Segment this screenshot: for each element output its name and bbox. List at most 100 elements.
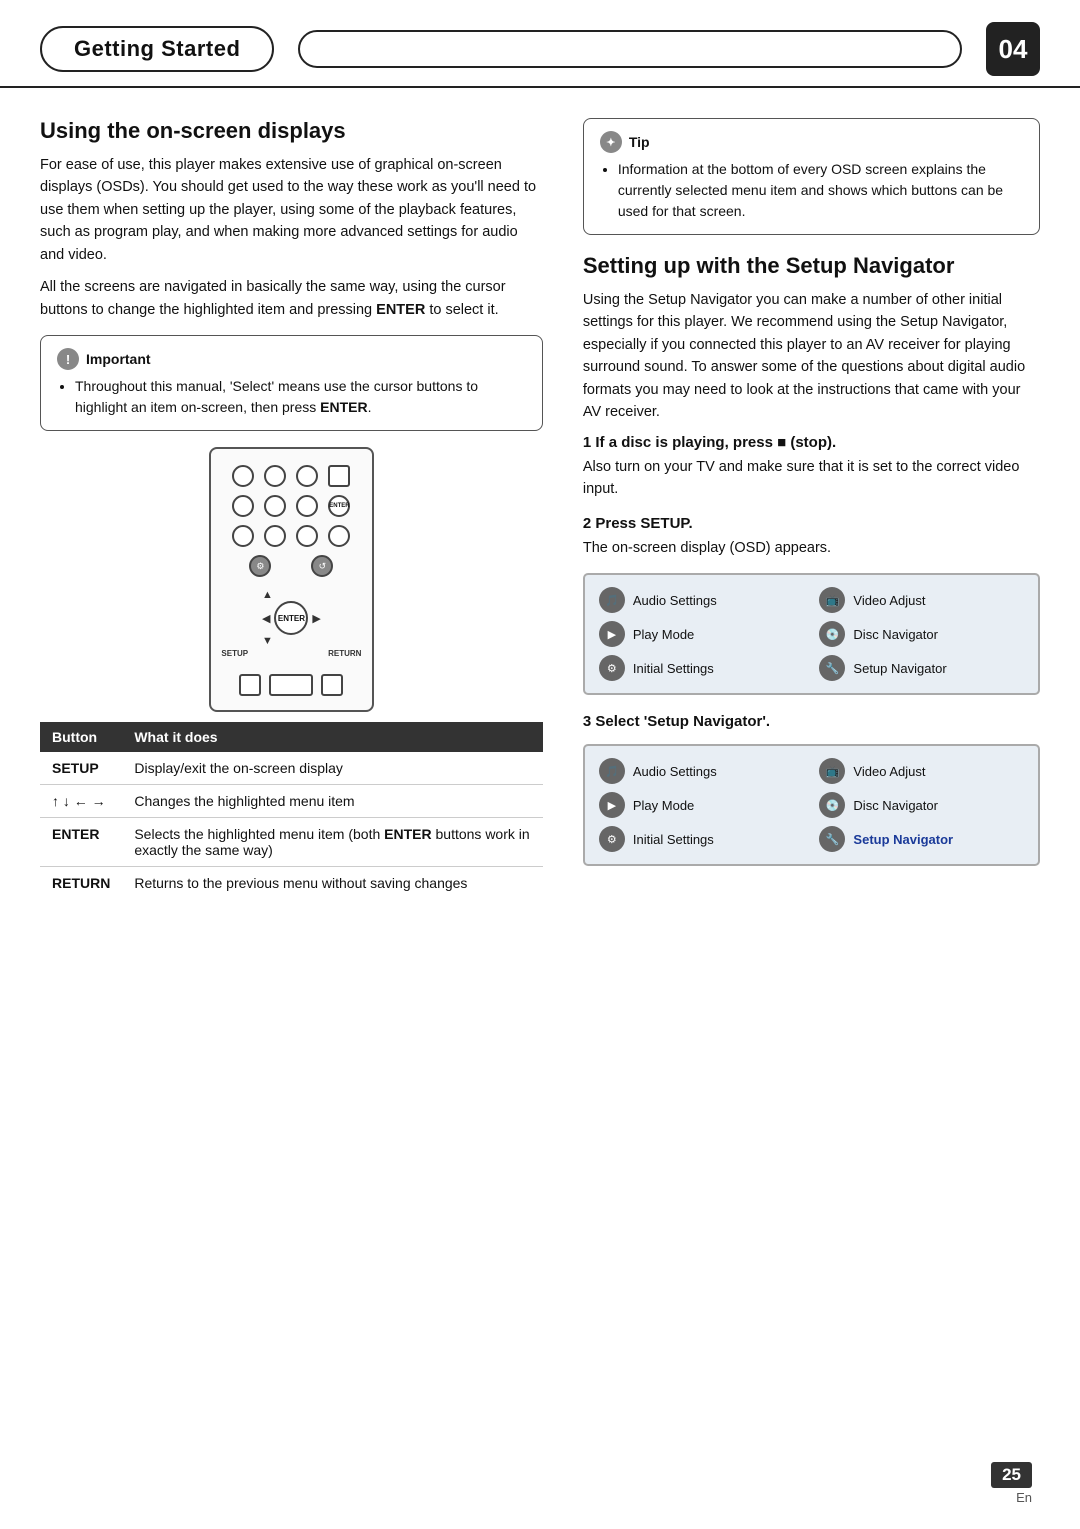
osd-item: 💿 Disc Navigator bbox=[819, 792, 1024, 818]
osd-item-label: Disc Navigator bbox=[853, 627, 938, 642]
table-cell-desc: Display/exit the on-screen display bbox=[122, 752, 543, 785]
osd-grid-2: 🎵Audio Settings 📺Video Adjust ▶ Play Mode 💿 D… bbox=[599, 758, 1024, 852]
remote-btn-1 bbox=[232, 465, 254, 487]
return-label: RETURN bbox=[328, 649, 361, 658]
osd-item-label: Setup Navigator bbox=[853, 832, 953, 847]
important-bullet-post: . bbox=[368, 399, 372, 415]
nav-table-body: SETUPDisplay/exit the on-screen display↑… bbox=[40, 752, 543, 899]
remote-row-2: ENTER bbox=[225, 495, 358, 517]
osd-screen-2: 🎵Audio Settings 📺Video Adjust ▶ Play Mode 💿 D… bbox=[583, 744, 1040, 866]
remote-image: ENTER ⚙ ↺ bbox=[209, 447, 374, 712]
remote-bottom-btn-1 bbox=[239, 674, 261, 696]
osd-item-icon: 💿 bbox=[819, 621, 845, 647]
important-bullet-bold: ENTER bbox=[320, 399, 367, 415]
osd-grid-1: 🎵 Audio Settings 📺Video Adjust ▶Play Mode 💿 D… bbox=[599, 587, 1024, 681]
remote-bottom-btn-3 bbox=[321, 674, 343, 696]
remote-btn-5 bbox=[232, 495, 254, 517]
tip-icon: ✦ bbox=[600, 131, 622, 153]
important-header: ! Important bbox=[57, 348, 526, 370]
osd-item-label: Setup Navigator bbox=[853, 661, 946, 676]
osd-item-icon: 💿 bbox=[819, 792, 845, 818]
remote-btn-9 bbox=[264, 525, 286, 547]
table-cell-button: SETUP bbox=[40, 752, 122, 785]
nav-mid-row: ◀ ENTER ▶ bbox=[260, 601, 323, 635]
header-spacer bbox=[298, 30, 962, 68]
table-cell-button: RETURN bbox=[40, 867, 122, 900]
setup-label: SETUP bbox=[221, 649, 248, 658]
table-row: ENTERSelects the highlighted menu item (… bbox=[40, 818, 543, 867]
page-lang: En bbox=[991, 1490, 1032, 1505]
table-cell-desc: Selects the highlighted menu item (both … bbox=[122, 818, 543, 867]
tip-box: ✦ Tip Information at the bottom of every… bbox=[583, 118, 1040, 235]
remote-btn-11 bbox=[328, 525, 350, 547]
section-label: Getting Started bbox=[40, 26, 274, 72]
step2-body: The on-screen display (OSD) appears. bbox=[583, 537, 1040, 559]
step3-num: 3 bbox=[583, 713, 591, 730]
remote-btn-3 bbox=[296, 465, 318, 487]
remote-btn-6 bbox=[264, 495, 286, 517]
osd-item-icon: 🎵 bbox=[599, 587, 625, 613]
step2-num: 2 bbox=[583, 515, 591, 532]
remote-btn-4 bbox=[328, 465, 350, 487]
page-header: Getting Started 04 bbox=[0, 0, 1080, 88]
nav-up-arrow: ▲ bbox=[260, 589, 275, 601]
osd-item: ⚙ Initial Settings bbox=[599, 655, 804, 681]
osd-item: ▶Play Mode bbox=[599, 621, 804, 647]
tip-item: Information at the bottom of every OSD s… bbox=[618, 159, 1023, 222]
nav-table: Button What it does SETUPDisplay/exit th… bbox=[40, 722, 543, 899]
setup-return-labels: SETUP RETURN bbox=[221, 649, 361, 658]
section1-p1: For ease of use, this player makes exten… bbox=[40, 154, 543, 266]
step2: 2 Press SETUP. The on-screen display (OS… bbox=[583, 515, 1040, 559]
osd-item: 📺Video Adjust bbox=[819, 587, 1024, 613]
right-column: ✦ Tip Information at the bottom of every… bbox=[583, 118, 1040, 899]
table-header-row: Button What it does bbox=[40, 722, 543, 752]
nav-right-arrow: ▶ bbox=[310, 612, 322, 625]
osd-item-icon: ⚙ bbox=[599, 826, 625, 852]
osd-item-label: Play Mode bbox=[633, 798, 694, 813]
osd-screen-1: 🎵 Audio Settings 📺Video Adjust ▶Play Mode 💿 D… bbox=[583, 573, 1040, 695]
step1: 1 If a disc is playing, press ■ (stop). … bbox=[583, 434, 1040, 501]
step1-heading: 1 If a disc is playing, press ■ (stop). bbox=[583, 434, 1040, 451]
main-content: Using the on-screen displays For ease of… bbox=[0, 88, 1080, 929]
table-cell-button: ↑ ↓ ← → bbox=[40, 785, 122, 818]
osd-item: 🔧 Setup Navigator bbox=[819, 826, 1024, 852]
table-row: SETUPDisplay/exit the on-screen display bbox=[40, 752, 543, 785]
section1-p2-post: to select it. bbox=[425, 302, 498, 318]
osd-item-label: Audio Settings bbox=[633, 593, 717, 608]
page-num-display: 25 bbox=[991, 1462, 1032, 1488]
step2-heading: 2 Press SETUP. bbox=[583, 515, 1040, 532]
osd-item: 🎵Audio Settings bbox=[599, 758, 804, 784]
osd-item-icon: ▶ bbox=[599, 792, 625, 818]
important-item: Throughout this manual, 'Select' means u… bbox=[75, 376, 526, 418]
table-col-button: Button bbox=[40, 722, 122, 752]
osd-item: 📺Video Adjust bbox=[819, 758, 1024, 784]
osd-item-icon: 📺 bbox=[819, 758, 845, 784]
osd-item-label: Disc Navigator bbox=[853, 798, 938, 813]
tip-header: ✦ Tip bbox=[600, 131, 1023, 153]
osd-item: ⚙ Initial Settings bbox=[599, 826, 804, 852]
important-list: Throughout this manual, 'Select' means u… bbox=[75, 376, 526, 418]
step3: 3 Select 'Setup Navigator'. bbox=[583, 713, 1040, 730]
osd-item: 🎵 Audio Settings bbox=[599, 587, 804, 613]
important-label: Important bbox=[86, 351, 151, 367]
osd-item-icon: ⚙ bbox=[599, 655, 625, 681]
osd-item-icon: 🎵 bbox=[599, 758, 625, 784]
osd-item-icon: 🔧 bbox=[819, 826, 845, 852]
osd-item-label: Initial Settings bbox=[633, 832, 714, 847]
remote-row-3 bbox=[225, 525, 358, 547]
osd-item-label: Initial Settings bbox=[633, 661, 714, 676]
nav-down-row: ▼ bbox=[260, 635, 323, 647]
remote-bottom bbox=[225, 674, 358, 696]
table-row: RETURNReturns to the previous menu witho… bbox=[40, 867, 543, 900]
osd-item-label: Play Mode bbox=[633, 627, 694, 642]
osd-item-label: Video Adjust bbox=[853, 593, 925, 608]
remote-nav: ⚙ ↺ ▲ ◀ ENTER ▶ ▼ bbox=[225, 555, 358, 666]
remote-btn-2 bbox=[264, 465, 286, 487]
step1-body: Also turn on your TV and make sure that … bbox=[583, 456, 1040, 501]
table-cell-desc: Returns to the previous menu without sav… bbox=[122, 867, 543, 900]
enter-btn-small: ENTER bbox=[328, 495, 350, 517]
table-cell-desc: Changes the highlighted menu item bbox=[122, 785, 543, 818]
step1-num: 1 bbox=[583, 434, 591, 451]
osd-item: 💿 Disc Navigator bbox=[819, 621, 1024, 647]
step3-heading: 3 Select 'Setup Navigator'. bbox=[583, 713, 1040, 730]
